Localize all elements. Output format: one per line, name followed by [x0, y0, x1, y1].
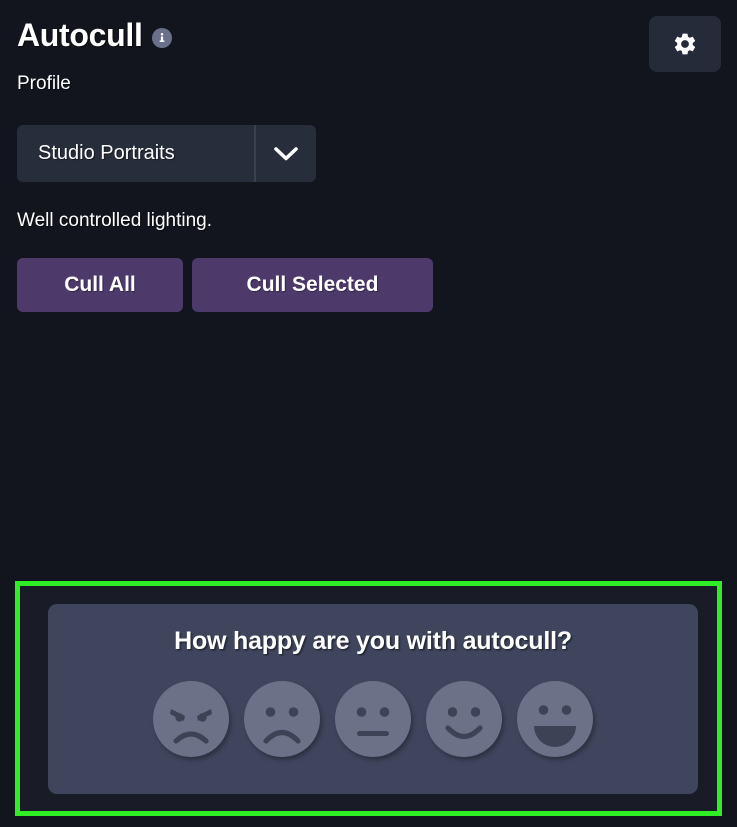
cull-all-button[interactable]: Cull All [17, 258, 183, 312]
neutral-face-icon[interactable] [333, 679, 413, 759]
smile-face-icon[interactable] [424, 679, 504, 759]
survey-question: How happy are you with autocull? [174, 627, 572, 655]
chevron-down-icon[interactable] [256, 125, 316, 182]
profile-select[interactable]: Studio Portraits [17, 125, 316, 182]
title-row: Autocull [17, 19, 172, 51]
profile-description: Well controlled lighting. [17, 210, 213, 231]
cull-selected-button[interactable]: Cull Selected [192, 258, 433, 312]
sad-face-icon[interactable] [242, 679, 322, 759]
profile-select-value: Studio Portraits [17, 125, 256, 182]
survey-panel: How happy are you with autocull? [48, 604, 698, 794]
page-title: Autocull [17, 17, 143, 53]
action-button-group: Cull All Cull Selected [17, 258, 433, 312]
profile-label: Profile [17, 73, 71, 94]
angry-face-icon[interactable] [151, 679, 231, 759]
app-header: Autocull Profile [0, 0, 737, 110]
info-icon[interactable] [151, 27, 172, 48]
settings-button[interactable] [649, 16, 721, 72]
gear-icon [672, 31, 698, 57]
survey-rating-row [48, 679, 698, 759]
survey-highlight-region: How happy are you with autocull? [15, 581, 722, 816]
grin-face-icon[interactable] [515, 679, 595, 759]
